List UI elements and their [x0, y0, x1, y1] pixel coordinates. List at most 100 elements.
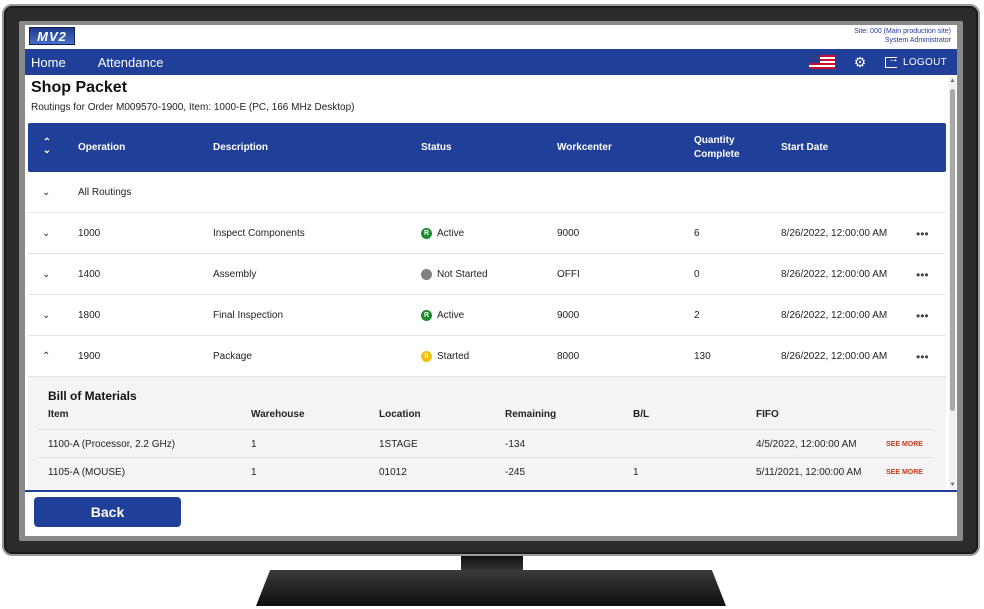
user-label: System Administrator	[884, 37, 951, 44]
bom-row: 1105-A (MOUSE) 1 01012 -245 1 5/11/2021, 12:0…	[38, 457, 934, 485]
logout-icon	[884, 53, 899, 68]
site-label: Site: 000 (Main production site)	[854, 28, 951, 35]
table-header: ⌃ ⌄ Operation Description Status Workcent…	[28, 123, 946, 172]
more-options-icon[interactable]: •••	[916, 254, 929, 295]
bom-fifo-cell: 4/5/2022, 12:00:00 AM	[756, 438, 857, 450]
more-options-icon[interactable]: •••	[916, 295, 929, 336]
nav-actions: ⚙ LOGOUT	[808, 49, 947, 75]
main-content: Shop Packet Routings for Order M009570-1…	[25, 75, 957, 490]
start-date-cell: 8/26/2022, 12:00:00 AM	[781, 228, 888, 239]
description-cell: Inspect Components	[213, 228, 305, 239]
header-workcenter[interactable]: Workcenter	[557, 123, 612, 172]
monitor-bezel: MV2 Site: 000 (Main production site) Sys…	[19, 21, 963, 541]
gear-icon[interactable]: ⚙	[853, 55, 867, 69]
description-cell: Package	[213, 351, 252, 362]
chevron-down-icon[interactable]: ⌄	[42, 213, 50, 254]
bom-header-location: Location	[379, 409, 421, 420]
bill-of-materials: Bill of Materials Item Warehouse Locatio…	[28, 377, 946, 489]
workcenter-cell: 8000	[557, 351, 580, 362]
see-more-link[interactable]: SEE MORE	[886, 430, 923, 458]
workcenter-cell: OFFI	[557, 269, 580, 280]
bom-row: 1100-A (Processor, 2.2 GHz) 1 1STAGE -134 4/…	[38, 429, 934, 457]
bom-header-warehouse: Warehouse	[251, 409, 305, 420]
table-row[interactable]: ⌃ 1900 Package II Started 8000 130 8/26/2022, 1…	[28, 336, 946, 377]
nav-home[interactable]: Home	[31, 55, 66, 70]
chevron-down-icon[interactable]: ⌄	[42, 295, 50, 336]
routings-table: ⌃ ⌄ Operation Description Status Workcent…	[28, 123, 946, 489]
all-routings-label: All Routings	[78, 187, 132, 198]
table-row[interactable]: ⌄ 1800 Final Inspection R Active 9000 2 8/26/20…	[28, 295, 946, 336]
header-quantity-complete[interactable]: Quantity Complete	[694, 123, 764, 172]
bom-header-item: Item	[48, 409, 69, 420]
bom-warehouse-cell: 1	[251, 466, 257, 478]
start-date-cell: 8/26/2022, 12:00:00 AM	[781, 351, 888, 362]
chevron-down-icon[interactable]: ⌄	[42, 172, 50, 213]
start-date-cell: 8/26/2022, 12:00:00 AM	[781, 269, 888, 280]
scroll-down-arrow-icon[interactable]: ▼	[949, 481, 956, 489]
workcenter-cell: 9000	[557, 228, 580, 239]
more-options-icon[interactable]: •••	[916, 213, 929, 254]
status-label: Not Started	[437, 269, 488, 280]
scroll-thumb[interactable]	[950, 89, 955, 411]
quantity-cell: 2	[694, 310, 700, 321]
status-badge-icon: II	[421, 351, 432, 362]
site-info: Site: 000 (Main production site) System …	[854, 27, 951, 45]
operation-cell: 1800	[78, 310, 101, 321]
table-row[interactable]: ⌄ 1400 Assembly Not Started OFFI 0 8/26/2022, …	[28, 254, 946, 295]
table-row[interactable]: ⌄ 1000 Inspect Components R Active 9000 6 8/26/…	[28, 213, 946, 254]
page-title: Shop Packet	[31, 79, 128, 96]
status-label: Started	[437, 351, 470, 362]
vertical-scrollbar[interactable]: ▲ ▼	[949, 77, 956, 489]
bom-bl-cell: 1	[633, 466, 639, 478]
status-cell: R Active	[421, 295, 464, 336]
status-label: Active	[437, 228, 465, 239]
bom-header-fifo: FIFO	[756, 409, 779, 420]
page-subtitle: Routings for Order M009570-1900, Item: 1…	[31, 102, 355, 113]
monitor-stand	[256, 570, 726, 606]
sort-toggle-icon[interactable]: ⌃ ⌄	[42, 138, 52, 156]
all-routings-row[interactable]: ⌄ All Routings	[28, 172, 946, 213]
status-badge-icon: R	[421, 228, 432, 239]
bom-location-cell: 01012	[379, 466, 407, 478]
status-cell: R Active	[421, 213, 464, 254]
workcenter-cell: 9000	[557, 310, 580, 321]
us-flag-icon[interactable]	[808, 55, 835, 69]
status-badge-icon	[421, 269, 432, 280]
chevron-down-icon[interactable]: ⌄	[42, 254, 50, 295]
back-button[interactable]: Back	[34, 497, 181, 527]
logout-button[interactable]: LOGOUT	[884, 53, 947, 68]
routing-rows: ⌄ 1000 Inspect Components R Active 9000 6 8/26/…	[28, 213, 946, 377]
header-start-date[interactable]: Start Date	[781, 123, 828, 172]
operation-cell: 1000	[78, 228, 101, 239]
bom-header: Item Warehouse Location Remaining B/L FI…	[28, 409, 946, 425]
scroll-up-arrow-icon[interactable]: ▲	[949, 77, 956, 85]
header-status[interactable]: Status	[421, 123, 452, 172]
description-cell: Assembly	[213, 269, 257, 280]
bom-location-cell: 1STAGE	[379, 438, 418, 450]
bom-header-remaining: Remaining	[505, 409, 557, 420]
logout-label: LOGOUT	[902, 56, 947, 68]
app-logo: MV2	[29, 27, 75, 45]
bom-title: Bill of Materials	[48, 389, 137, 403]
app-screen: MV2 Site: 000 (Main production site) Sys…	[25, 25, 957, 536]
bom-fifo-cell: 5/11/2021, 12:00:00 AM	[756, 466, 862, 478]
status-cell: II Started	[421, 336, 469, 377]
header-description[interactable]: Description	[213, 123, 268, 172]
see-more-link[interactable]: SEE MORE	[886, 458, 923, 486]
bom-remaining-cell: -245	[505, 466, 526, 478]
chevron-up-icon[interactable]: ⌃	[42, 336, 50, 377]
header-operation[interactable]: Operation	[78, 123, 125, 172]
quantity-cell: 6	[694, 228, 700, 239]
quantity-cell: 0	[694, 269, 700, 280]
more-options-icon[interactable]: •••	[916, 336, 929, 377]
description-cell: Final Inspection	[213, 310, 284, 321]
monitor-frame: MV2 Site: 000 (Main production site) Sys…	[2, 4, 980, 556]
bom-remaining-cell: -134	[505, 438, 526, 450]
nav-bar: Home Attendance ⚙ LOGOUT	[25, 49, 957, 75]
bom-header-bl: B/L	[633, 409, 650, 420]
nav-attendance[interactable]: Attendance	[98, 55, 164, 70]
footer-bar: Back	[25, 490, 957, 536]
bom-item-cell: 1105-A (MOUSE)	[48, 466, 126, 478]
status-label: Active	[437, 310, 465, 321]
operation-cell: 1400	[78, 269, 101, 280]
